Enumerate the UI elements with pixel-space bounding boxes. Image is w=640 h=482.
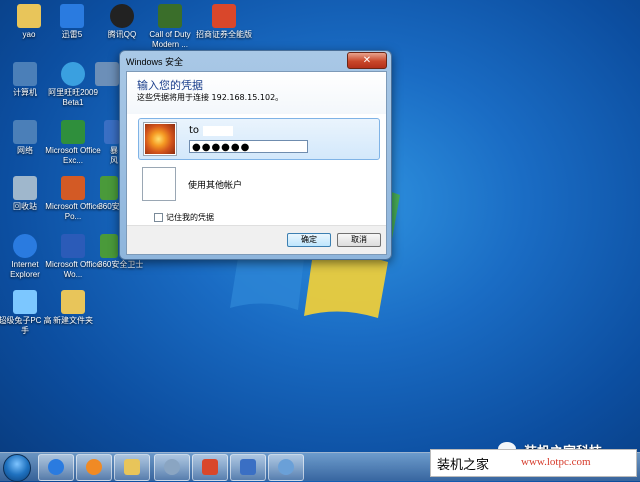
dialog-body: 输入您的凭据 这些凭据将用于连接 192.168.15.102。 to ●●●●… — [126, 71, 387, 255]
app-icon — [95, 62, 119, 86]
ie-icon — [48, 459, 64, 475]
remote-desktop-icon — [240, 459, 256, 475]
camera-icon — [202, 459, 218, 475]
taskbar-ie-button[interactable] — [38, 454, 74, 481]
baofeng-icon — [104, 120, 120, 144]
folder-icon — [61, 290, 85, 314]
credential-tile-selected[interactable]: to ●●●●●● — [138, 118, 380, 160]
desktop-icon-new-folder[interactable]: 新建文件夹 — [44, 290, 102, 326]
desktop-icon-360-safe[interactable]: 360安全卫士 — [98, 234, 143, 270]
dialog-button-bar: 确定 取消 — [127, 225, 386, 254]
dialog-header: 输入您的凭据 这些凭据将用于连接 192.168.15.102。 — [127, 72, 386, 114]
dialog-titlebar[interactable]: Windows 安全 ✕ — [120, 51, 391, 71]
taskbar-camera-button[interactable] — [192, 454, 228, 481]
dialog-subheading: 这些凭据将用于连接 192.168.15.102。 — [137, 93, 284, 102]
taskbar-network-tool-button[interactable] — [154, 454, 190, 481]
watermark-url: www.lotpc.com — [521, 456, 591, 468]
dialog-title: Windows 安全 — [126, 57, 184, 67]
flower-avatar-icon — [145, 124, 175, 154]
desktop-icon-powerpoint[interactable]: Microsoft Office Po... — [44, 176, 102, 222]
media-player-icon — [86, 459, 102, 475]
remember-checkbox[interactable] — [154, 213, 163, 222]
user-avatar — [143, 122, 177, 156]
taskbar-media-player-button[interactable] — [76, 454, 112, 481]
other-account-tile[interactable]: 使用其他帐户 — [138, 164, 378, 204]
aliwangwang-icon — [61, 62, 85, 86]
cancel-button[interactable]: 取消 — [337, 233, 381, 247]
ie-icon — [13, 234, 37, 258]
desktop-icon-excel[interactable]: Microsoft Office Exc... — [44, 120, 102, 166]
desktop-icon-word[interactable]: Microsoft Office Wo... — [44, 234, 102, 280]
stock-icon — [212, 4, 236, 28]
blank-avatar-icon — [142, 167, 176, 201]
thunder-icon — [60, 4, 84, 28]
folder-icon — [17, 4, 41, 28]
game-icon — [158, 4, 182, 28]
desktop-icon-call-of-duty[interactable]: Call of Duty Modern ... — [141, 4, 199, 50]
username-label: to — [189, 125, 200, 136]
ok-button[interactable]: 确定 — [287, 233, 331, 247]
password-field[interactable]: ●●●●●● — [189, 140, 308, 153]
taskbar-explorer-button[interactable] — [114, 454, 150, 481]
rabbit-icon — [13, 290, 37, 314]
taskbar-remote-desktop-button[interactable] — [230, 454, 266, 481]
watermark-cn: 装机之家 — [437, 458, 490, 473]
desktop-icon-stock[interactable]: 招商证券全能版 — [195, 4, 253, 40]
shield-icon — [100, 234, 118, 258]
remember-label: 记住我的凭据 — [166, 213, 214, 222]
desktop-icon-360-partial[interactable]: 360安 — [98, 176, 120, 212]
start-button[interactable] — [3, 454, 31, 482]
watermark-box: 装机之家 www.lotpc.com — [430, 449, 637, 477]
taskbar-paint-button[interactable] — [268, 454, 304, 481]
close-icon: ✕ — [362, 55, 372, 66]
paint-icon — [278, 459, 294, 475]
recycle-bin-icon — [13, 176, 37, 200]
username-redaction — [203, 126, 233, 136]
desktop-icon-partial-1[interactable] — [94, 62, 120, 88]
computer-icon — [13, 62, 37, 86]
network-icon — [13, 120, 37, 144]
excel-icon — [61, 120, 85, 144]
close-button[interactable]: ✕ — [347, 52, 387, 69]
powerpoint-icon — [61, 176, 85, 200]
shield-icon — [100, 176, 118, 200]
other-account-label: 使用其他帐户 — [188, 181, 243, 191]
remember-credentials[interactable]: 记住我的凭据 — [154, 212, 214, 223]
dialog-heading: 输入您的凭据 — [137, 79, 203, 92]
qq-icon — [110, 4, 134, 28]
word-icon — [61, 234, 85, 258]
network-tool-icon — [164, 459, 180, 475]
windows-security-dialog: Windows 安全 ✕ 输入您的凭据 这些凭据将用于连接 192.168.15… — [119, 50, 392, 260]
explorer-icon — [124, 459, 140, 475]
